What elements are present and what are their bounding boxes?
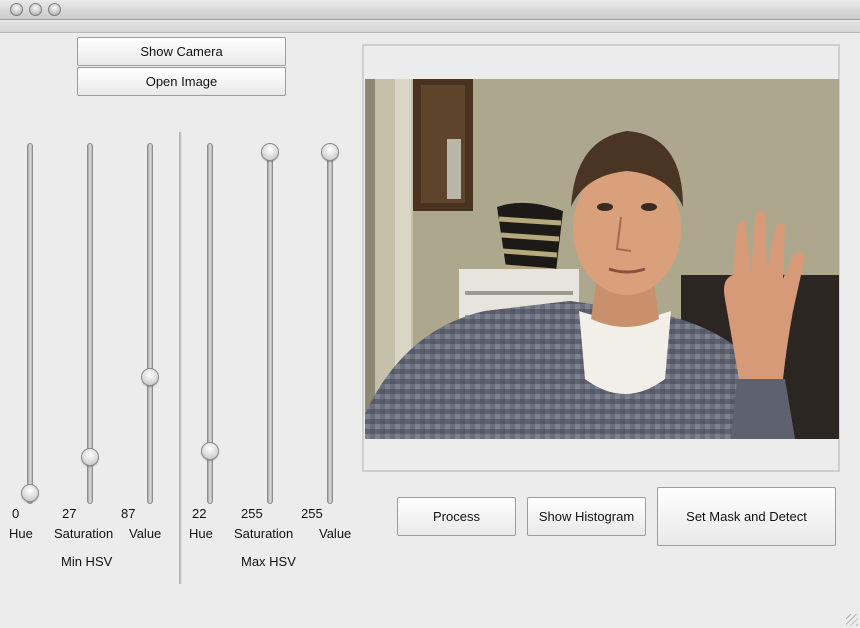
min-hue-slider-track[interactable] [27, 143, 33, 504]
zoom-window-button[interactable] [48, 3, 61, 16]
min-value-label: Value [129, 526, 162, 541]
open-image-button[interactable]: Open Image [77, 67, 286, 96]
min-saturation-slider-thumb[interactable] [81, 447, 99, 466]
close-window-button[interactable] [10, 3, 23, 16]
min-hue-value: 0 [12, 506, 20, 521]
max-hue-value: 22 [192, 506, 207, 521]
min-value-slider-thumb[interactable] [141, 367, 159, 386]
minimize-window-button[interactable] [29, 3, 42, 16]
hsv-group-divider [179, 132, 183, 584]
max-hue-label: Hue [189, 526, 213, 541]
min-value-value: 87 [121, 506, 136, 521]
max-saturation-label: Saturation [234, 526, 294, 541]
min-hue-label: Hue [9, 526, 33, 541]
window-titlebar [0, 0, 860, 20]
min-saturation-value: 27 [62, 506, 77, 521]
max-value-slider-thumb[interactable] [321, 143, 339, 161]
max-hsv-group-label: Max HSV [241, 554, 296, 569]
max-saturation-value: 255 [241, 506, 263, 521]
show-histogram-button[interactable]: Show Histogram [527, 497, 646, 536]
max-value-slider-track[interactable] [327, 143, 333, 504]
min-value-slider-track[interactable] [147, 143, 153, 504]
window-resize-grip[interactable] [846, 614, 858, 626]
max-saturation-slider-thumb[interactable] [261, 143, 279, 161]
min-hsv-group-label: Min HSV [61, 554, 113, 569]
set-mask-and-detect-button[interactable]: Set Mask and Detect [657, 487, 836, 546]
process-button[interactable]: Process [397, 497, 516, 536]
max-hue-slider-thumb[interactable] [201, 441, 219, 460]
max-saturation-slider-track[interactable] [267, 143, 273, 504]
window-toolbar [0, 21, 860, 33]
max-value-label: Value [319, 526, 352, 541]
camera-frame-illustration [365, 79, 839, 439]
show-camera-button[interactable]: Show Camera [77, 37, 286, 66]
max-value-value: 255 [301, 506, 323, 521]
image-display-panel [362, 44, 840, 472]
min-hue-slider-thumb[interactable] [21, 484, 39, 502]
min-saturation-label: Saturation [54, 526, 114, 541]
camera-frame-image [365, 79, 839, 439]
